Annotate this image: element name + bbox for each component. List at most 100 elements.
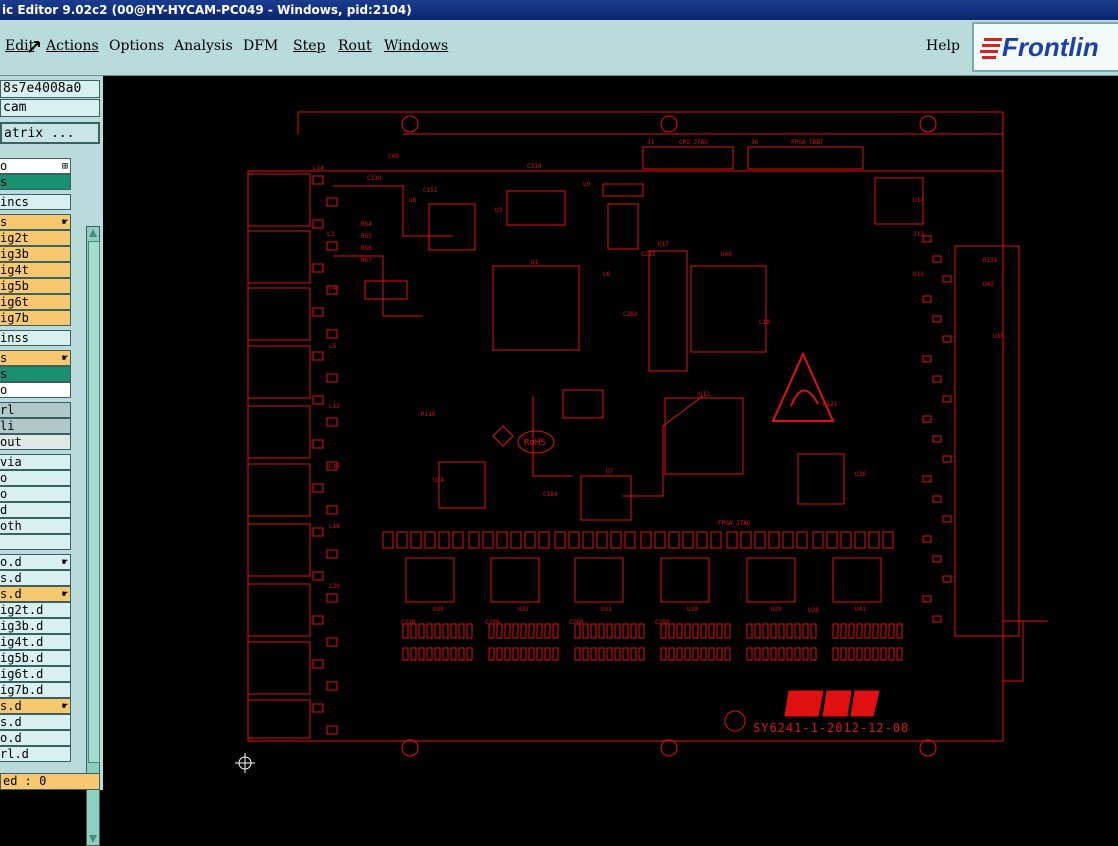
refdes-label: C230 xyxy=(485,619,500,626)
refdes-label: U28 xyxy=(808,607,819,614)
layer-row[interactable]: s.d xyxy=(0,570,71,586)
smd-pad xyxy=(888,623,895,639)
refdes-label: U17 xyxy=(658,241,669,248)
scrollbar-thumb[interactable] xyxy=(88,241,100,763)
refdes-label: R121 xyxy=(823,401,838,408)
smd-pad xyxy=(630,623,637,639)
smd-pad xyxy=(326,725,338,735)
rohs-text: RoHS xyxy=(524,438,546,448)
menu-actions[interactable]: Actions xyxy=(46,38,99,54)
menu-dfm[interactable]: DFM xyxy=(243,38,278,54)
refdes-label: L20 xyxy=(329,583,340,590)
layer-row[interactable]: s xyxy=(0,366,71,382)
smd-pad-field xyxy=(312,175,952,735)
smd-pad xyxy=(544,647,551,661)
layer-row[interactable]: oth xyxy=(0,518,71,534)
smd-pad xyxy=(528,647,535,661)
matrix-button[interactable]: atrix ... xyxy=(0,122,100,144)
layer-row[interactable]: d xyxy=(0,502,71,518)
layer-row[interactable]: ig4t xyxy=(0,262,71,278)
layer-row[interactable]: rl xyxy=(0,402,71,418)
fpga-jtag-label: FPGA_JTAG xyxy=(718,520,751,527)
layer-row[interactable]: o ⊞ xyxy=(0,158,71,174)
smd-pad xyxy=(582,647,589,661)
layer-row[interactable]: incs xyxy=(0,194,71,210)
hand-pointer-icon: ☛ xyxy=(61,557,68,568)
refdes-label: L14 xyxy=(313,165,324,172)
refdes-label: U36 xyxy=(855,471,866,478)
smd-pad xyxy=(434,647,441,661)
smd-pad xyxy=(410,623,417,639)
layer-list-scrollbar[interactable] xyxy=(86,226,100,846)
selected-count-status: ed : 0 xyxy=(0,773,100,790)
smd-pad xyxy=(922,595,932,603)
layer-row[interactable]: ig3b.d xyxy=(0,618,71,634)
smd-pad xyxy=(778,647,785,661)
layer-row[interactable]: o xyxy=(0,486,71,502)
layer-row[interactable]: s.d ☛ xyxy=(0,586,71,602)
smd-pad xyxy=(668,531,680,549)
layer-row[interactable]: o.d ☛ xyxy=(0,554,71,570)
layer-row[interactable]: s.d ☛ xyxy=(0,698,71,714)
smd-pad xyxy=(668,647,675,661)
smd-pad xyxy=(510,531,522,549)
layer-row[interactable]: ig5b.d xyxy=(0,650,71,666)
layer-row[interactable]: s ☛ xyxy=(0,350,71,366)
layer-row[interactable]: o xyxy=(0,382,71,398)
layer-name: inss xyxy=(0,331,29,345)
pcb-board-view[interactable]: U1 U3 U8 U17 U40 U12 U34 U7 U36 U28 U35 U32 U31 U30 U2… xyxy=(103,76,1118,790)
smd-pad xyxy=(312,527,324,537)
layer-row[interactable]: via xyxy=(0,454,71,470)
layer-row[interactable]: s.d xyxy=(0,714,71,730)
layer-row[interactable]: rl.d xyxy=(0,746,71,762)
menu-options[interactable]: Options xyxy=(109,38,164,54)
logo-stripes-icon xyxy=(980,38,1002,59)
layer-row[interactable]: out xyxy=(0,434,71,450)
scroll-up-icon[interactable] xyxy=(88,228,98,238)
layer-row[interactable]: inss xyxy=(0,330,71,346)
smd-pad xyxy=(922,235,932,243)
graphics-canvas[interactable]: U1 U3 U8 U17 U40 U12 U34 U7 U36 U28 U35 U32 U31 U30 U2… xyxy=(103,76,1118,790)
j1-label: J1 xyxy=(647,139,655,146)
layer-name: ig4t xyxy=(0,263,29,277)
smd-pad xyxy=(848,647,855,661)
smd-pad xyxy=(942,455,952,463)
smd-pad xyxy=(668,623,675,639)
layer-row[interactable]: ig5b xyxy=(0,278,71,294)
layer-row[interactable]: ig6t xyxy=(0,294,71,310)
smd-pad xyxy=(598,647,605,661)
menu-analysis[interactable]: Analysis xyxy=(174,38,233,54)
layer-row[interactable]: ig7b.d xyxy=(0,682,71,698)
layer-row[interactable]: ig6t.d xyxy=(0,666,71,682)
ic-u8 xyxy=(428,203,476,251)
menu-step[interactable]: Step xyxy=(293,38,325,54)
scroll-down-icon[interactable] xyxy=(88,834,98,844)
menu-help[interactable]: Help xyxy=(926,38,960,54)
layer-row[interactable]: ig2t.d xyxy=(0,602,71,618)
refdes-label: C184 xyxy=(543,491,558,498)
menu-rout[interactable]: Rout xyxy=(338,38,372,54)
layer-row[interactable]: ig4t.d xyxy=(0,634,71,650)
smd-pad xyxy=(396,531,408,549)
layer-row[interactable]: ig7b xyxy=(0,310,71,326)
layer-name: ig3b xyxy=(0,247,29,261)
smd-pad xyxy=(312,263,324,273)
layer-name: s.d xyxy=(0,587,22,601)
layer-row[interactable]: ig2t xyxy=(0,230,71,246)
layer-row[interactable]: o xyxy=(0,470,71,486)
layer-row[interactable]: ig3b xyxy=(0,246,71,262)
layer-row[interactable]: s ☛ xyxy=(0,214,71,230)
smd-pad xyxy=(610,531,622,549)
smd-pad xyxy=(622,623,629,639)
layer-row[interactable]: s xyxy=(0,174,71,190)
smd-pad xyxy=(710,531,722,549)
smd-pad xyxy=(312,307,324,317)
menu-windows[interactable]: Windows xyxy=(384,38,448,54)
job-id-box[interactable]: 8s7e4008a0 xyxy=(0,80,100,98)
smd-pad xyxy=(544,623,551,639)
layer-row[interactable] xyxy=(0,534,71,550)
step-cam-box[interactable]: cam xyxy=(0,99,100,117)
layer-row[interactable]: o.d xyxy=(0,730,71,746)
smd-pad xyxy=(312,175,324,185)
layer-row[interactable]: li xyxy=(0,418,71,434)
